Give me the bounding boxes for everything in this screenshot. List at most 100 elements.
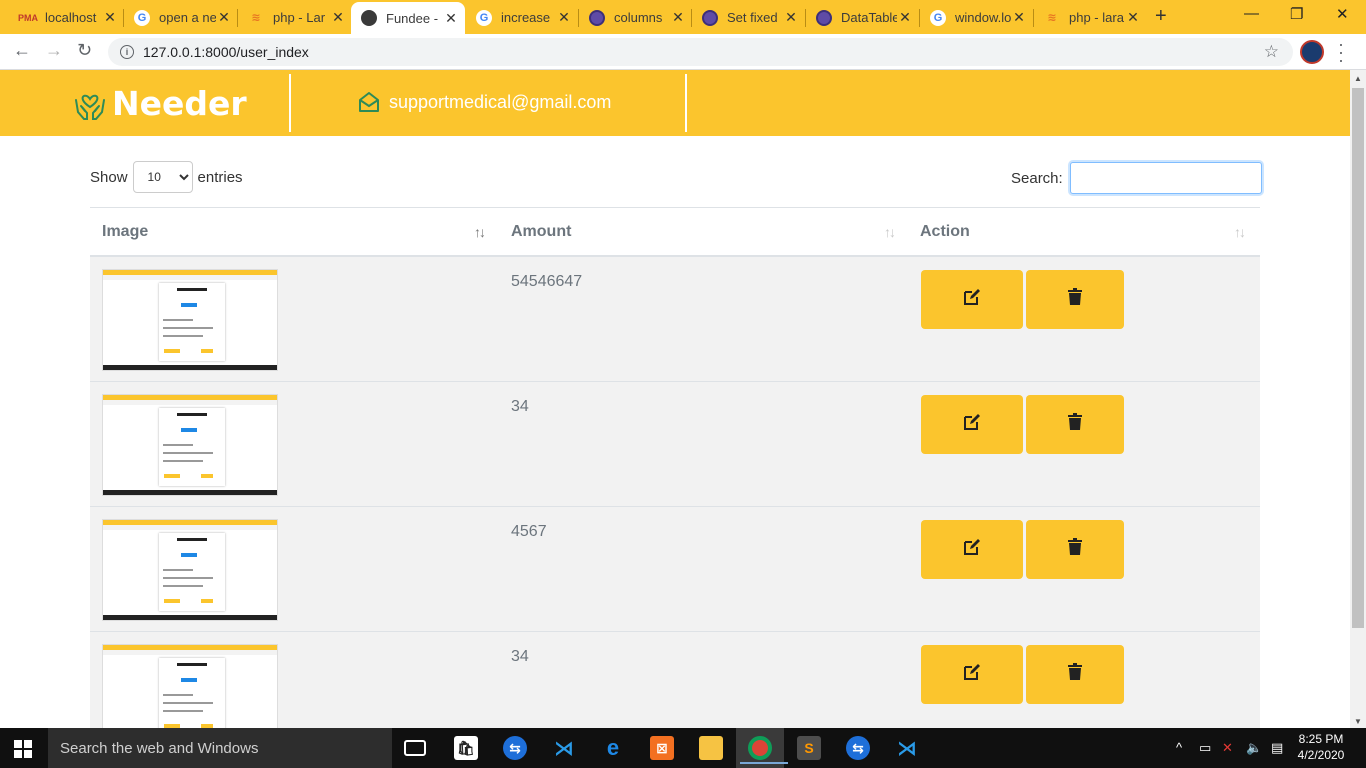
tab-columns[interactable]: columns ✕ [579, 4, 692, 31]
table-row: 34 [90, 382, 1260, 507]
brand[interactable]: Needer [72, 84, 247, 123]
receipt-screenshot-image [102, 519, 278, 621]
vscode-icon[interactable]: ⋊ [552, 736, 576, 760]
bookmark-star-icon[interactable]: ☆ [1264, 42, 1279, 62]
windows-start-icon[interactable] [14, 740, 32, 758]
back-button[interactable]: ← [13, 40, 31, 61]
close-icon[interactable]: ✕ [216, 9, 232, 26]
header-divider [685, 74, 687, 132]
close-icon[interactable]: ✕ [897, 9, 913, 26]
google-icon: G [476, 9, 492, 26]
tab-open-a-new[interactable]: G open a ne ✕ [124, 4, 238, 31]
tab-fundee[interactable]: Fundee - ✕ [351, 2, 465, 34]
amount-value: 54546647 [511, 273, 583, 290]
sublime-text-icon[interactable]: S [797, 736, 821, 760]
clock-date: 4/2/2020 [1297, 748, 1345, 762]
forward-button[interactable]: → [45, 40, 63, 61]
sort-icon[interactable]: ↑↓ [884, 224, 896, 240]
edit-button[interactable] [921, 645, 1023, 704]
edit-icon [963, 413, 981, 436]
reload-button[interactable]: ↻ [77, 40, 92, 61]
window-close-button[interactable]: ✕ [1336, 5, 1349, 23]
delete-button[interactable] [1026, 645, 1124, 704]
tab-increase[interactable]: G increase ✕ [466, 4, 578, 31]
google-icon: G [930, 9, 946, 26]
edit-button[interactable] [921, 270, 1023, 329]
restore-button[interactable]: ❐ [1290, 5, 1303, 23]
tab-label: DataTable [841, 10, 897, 25]
network-icon[interactable]: ✕ [1222, 740, 1233, 756]
battery-icon[interactable]: ▭ [1199, 740, 1211, 756]
delete-button[interactable] [1026, 270, 1124, 329]
tab-localhost[interactable]: PMA localhost ✕ [10, 4, 124, 31]
entries-select[interactable]: 10 [132, 161, 193, 193]
close-icon[interactable]: ✕ [783, 9, 799, 26]
vscode-icon-2[interactable]: ⋊ [895, 736, 919, 760]
minimize-button[interactable]: — [1244, 5, 1259, 22]
column-header-image[interactable]: Image [102, 223, 148, 241]
delete-button[interactable] [1026, 395, 1124, 454]
browser-tab-strip: PMA localhost ✕ G open a ne ✕ ≋ php - La… [0, 0, 1366, 34]
globe-icon [589, 9, 605, 26]
sort-icon[interactable]: ↑↓ [1234, 224, 1246, 240]
tab-window-location[interactable]: G window.lo ✕ [920, 4, 1033, 31]
close-icon[interactable]: ✕ [556, 9, 572, 26]
close-icon[interactable]: ✕ [102, 9, 118, 26]
tray-chevron-icon[interactable]: ^ [1176, 740, 1182, 755]
contact-email[interactable]: supportmedical@gmail.com [358, 91, 611, 113]
close-icon[interactable]: ✕ [670, 9, 686, 26]
close-icon[interactable]: ✕ [1011, 9, 1027, 26]
globe-icon [702, 9, 718, 26]
address-bar[interactable]: i 127.0.0.1:8000/user_index ☆ [108, 38, 1293, 66]
scrollbar-thumb[interactable] [1352, 88, 1364, 628]
edit-icon [963, 288, 981, 311]
delete-button[interactable] [1026, 520, 1124, 579]
edit-icon [963, 663, 981, 686]
browser-menu-icon[interactable]: · · · [1338, 35, 1344, 69]
tab-label: Fundee - [386, 10, 439, 26]
new-tab-button[interactable]: + [1155, 5, 1167, 28]
taskbar-clock[interactable]: 8:25 PM 4/2/2020 [1296, 731, 1346, 763]
amount-value: 4567 [511, 523, 547, 540]
scroll-down-icon[interactable]: ▼ [1354, 717, 1362, 726]
close-icon[interactable]: ✕ [330, 9, 346, 26]
profile-avatar[interactable] [1300, 40, 1324, 64]
teamviewer-icon-2[interactable]: ⇆ [846, 736, 870, 760]
scroll-up-icon[interactable]: ▲ [1354, 74, 1362, 83]
taskbar-search-box[interactable]: Search the web and Windows [48, 728, 392, 768]
show-label: Show [90, 168, 128, 186]
close-icon[interactable]: ✕ [1125, 9, 1141, 26]
brand-name: Needer [112, 84, 247, 123]
search-input[interactable] [1069, 162, 1262, 194]
sort-icon[interactable]: ↑↓ [474, 224, 486, 240]
browser-toolbar: ← → ↻ i 127.0.0.1:8000/user_index ☆ [0, 34, 1366, 70]
search-label: Search: [1011, 169, 1063, 187]
xampp-icon[interactable]: ⊠ [650, 736, 674, 760]
table-row: 54546647 [90, 257, 1260, 382]
chrome-icon[interactable] [740, 736, 788, 764]
edge-icon[interactable]: e [601, 735, 625, 760]
trash-icon [1066, 413, 1084, 436]
task-view-icon[interactable] [404, 740, 426, 756]
close-icon[interactable]: ✕ [443, 10, 459, 27]
edit-button[interactable] [921, 395, 1023, 454]
teamviewer-icon[interactable]: ⇆ [503, 736, 527, 760]
store-icon[interactable]: 🛍 [454, 736, 478, 760]
column-header-amount[interactable]: Amount [511, 223, 571, 241]
edit-button[interactable] [921, 520, 1023, 579]
tab-set-fixed[interactable]: Set fixed ✕ [692, 4, 805, 31]
tab-php-laravel-2[interactable]: ≋ php - lara ✕ [1034, 4, 1147, 31]
tab-php-laravel[interactable]: ≋ php - Lar ✕ [238, 4, 352, 31]
page-scrollbar[interactable]: ▲ ▼ [1350, 70, 1366, 728]
taskbar-search-placeholder: Search the web and Windows [60, 739, 259, 757]
volume-icon[interactable]: 🔈 [1246, 740, 1262, 756]
info-icon[interactable]: i [120, 45, 134, 59]
entries-length-control: Show 10 entries [90, 161, 243, 193]
mail-open-icon [359, 92, 379, 112]
action-center-icon[interactable]: ▤ [1271, 740, 1283, 756]
file-explorer-icon[interactable] [699, 736, 723, 760]
tab-datatable[interactable]: DataTable ✕ [806, 4, 919, 31]
amount-value: 34 [511, 398, 529, 415]
column-header-action[interactable]: Action [920, 223, 970, 241]
header-divider [289, 74, 291, 132]
